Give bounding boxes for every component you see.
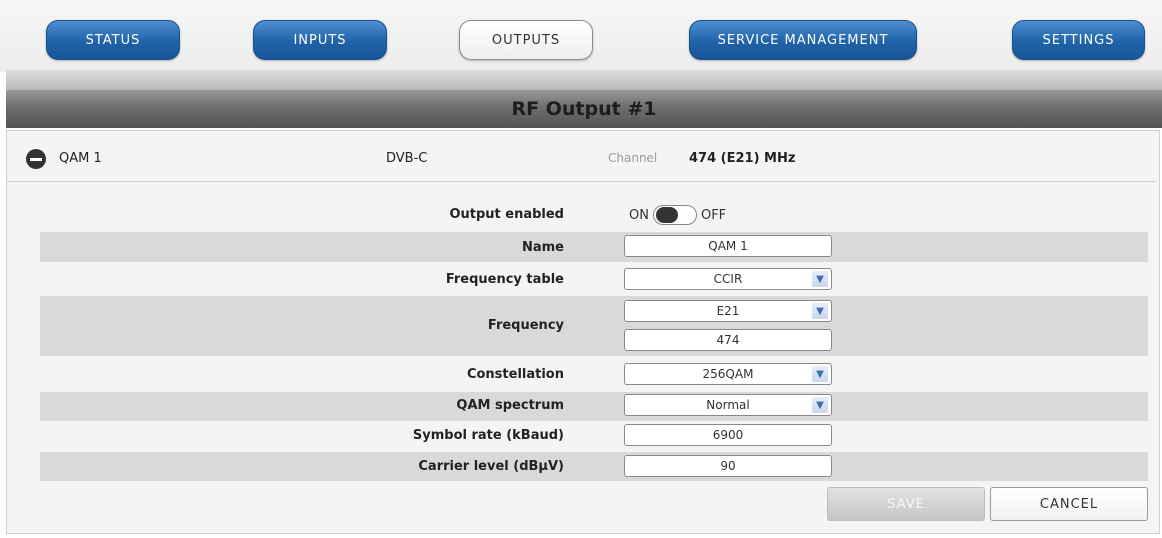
- frequency-label: Frequency: [487, 318, 564, 333]
- symbol-rate-label: Symbol rate (kBaud): [412, 428, 564, 443]
- row-stripe: [40, 296, 1148, 356]
- qam-spectrum-select[interactable]: Normal ▼: [624, 394, 832, 416]
- row-stripe: [40, 392, 1148, 421]
- name-value: QAM 1: [708, 239, 748, 253]
- frequency-table-select[interactable]: CCIR ▼: [624, 268, 832, 290]
- symbol-rate-value: 6900: [712, 428, 744, 442]
- frequency-channel-value: E21: [716, 304, 740, 318]
- chevron-down-icon[interactable]: ▼: [812, 397, 828, 413]
- qam-spectrum-label: QAM spectrum: [456, 398, 564, 413]
- frequency-table-value: CCIR: [713, 272, 743, 286]
- output-name: QAM 1: [59, 151, 102, 166]
- row-stripe: [40, 452, 1148, 481]
- nav-outputs-button[interactable]: OUTPUTS: [459, 20, 593, 60]
- header-divider: [6, 70, 1162, 90]
- toggle-off-label: OFF: [700, 207, 727, 223]
- nav-settings-button[interactable]: SETTINGS: [1012, 20, 1145, 60]
- frequency-value: 474: [716, 333, 740, 347]
- carrier-level-label: Carrier level (dBµV): [418, 459, 564, 474]
- save-button[interactable]: SAVE: [827, 487, 985, 521]
- channel-label: Channel: [608, 151, 658, 165]
- top-navigation: STATUS INPUTS OUTPUTS SERVICE MANAGEMENT…: [0, 0, 1162, 72]
- name-label: Name: [521, 240, 564, 255]
- page-title: RF Output #1: [6, 90, 1162, 128]
- toggle-on-label: ON: [629, 207, 649, 223]
- name-input[interactable]: QAM 1: [624, 235, 832, 257]
- frequency-channel-select[interactable]: E21 ▼: [624, 300, 832, 322]
- output-standard: DVB-C: [386, 151, 428, 166]
- frequency-input[interactable]: 474: [624, 329, 832, 351]
- nav-service-management-button[interactable]: SERVICE MANAGEMENT: [689, 20, 917, 60]
- frequency-table-label: Frequency table: [445, 272, 564, 287]
- nav-inputs-button[interactable]: INPUTS: [253, 20, 387, 60]
- output-enabled-label: Output enabled: [449, 207, 564, 222]
- symbol-rate-input[interactable]: 6900: [624, 424, 832, 446]
- nav-status-button[interactable]: STATUS: [46, 20, 180, 60]
- constellation-select[interactable]: 256QAM ▼: [624, 363, 832, 385]
- constellation-label: Constellation: [466, 367, 564, 382]
- constellation-value: 256QAM: [702, 367, 754, 381]
- output-enabled-toggle[interactable]: ON OFF: [629, 204, 726, 226]
- channel-value: 474 (E21) MHz: [689, 151, 796, 166]
- toggle-knob: [655, 207, 678, 223]
- output-header-row: QAM 1 DVB-C Channel 474 (E21) MHz: [6, 137, 1156, 182]
- chevron-down-icon[interactable]: ▼: [812, 271, 828, 287]
- qam-spectrum-value: Normal: [706, 398, 750, 412]
- collapse-icon[interactable]: [26, 149, 46, 169]
- cancel-button[interactable]: CANCEL: [990, 487, 1148, 521]
- carrier-level-value: 90: [720, 459, 736, 473]
- chevron-down-icon[interactable]: ▼: [812, 366, 828, 382]
- chevron-down-icon[interactable]: ▼: [812, 303, 828, 319]
- toggle-switch[interactable]: [652, 205, 697, 225]
- row-stripe: [40, 232, 1148, 262]
- carrier-level-input[interactable]: 90: [624, 455, 832, 477]
